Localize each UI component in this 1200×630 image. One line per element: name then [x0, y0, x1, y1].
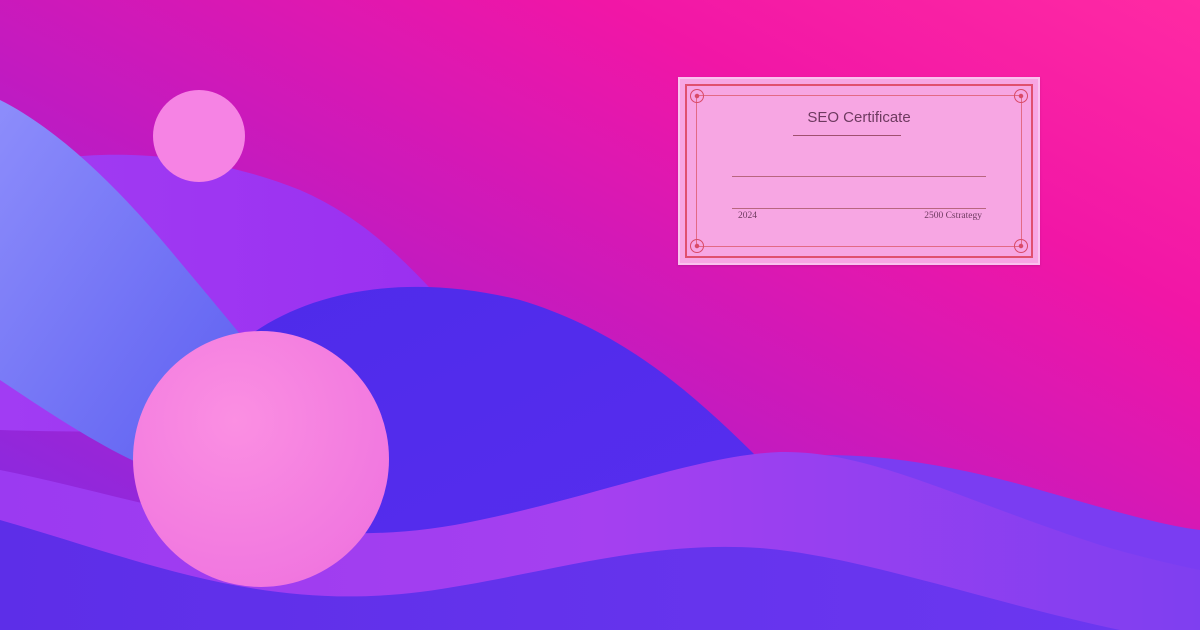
ornament-corner-icon — [1014, 89, 1028, 103]
ornament-corner-icon — [690, 239, 704, 253]
ornament-corner-icon — [1014, 239, 1028, 253]
certificate-year: 2024 — [738, 211, 757, 221]
name-line — [732, 176, 986, 177]
title-underline — [793, 135, 901, 136]
signature-line — [732, 208, 986, 209]
seo-certificate-card: SEO Certificate 2024 2500 Cstrategy — [678, 77, 1040, 265]
large-pink-circle — [133, 331, 389, 587]
certificate-issuer: 2500 Cstrategy — [924, 211, 982, 221]
small-pink-circle — [153, 90, 245, 182]
certificate-title: SEO Certificate — [807, 109, 911, 126]
ornament-corner-icon — [690, 89, 704, 103]
